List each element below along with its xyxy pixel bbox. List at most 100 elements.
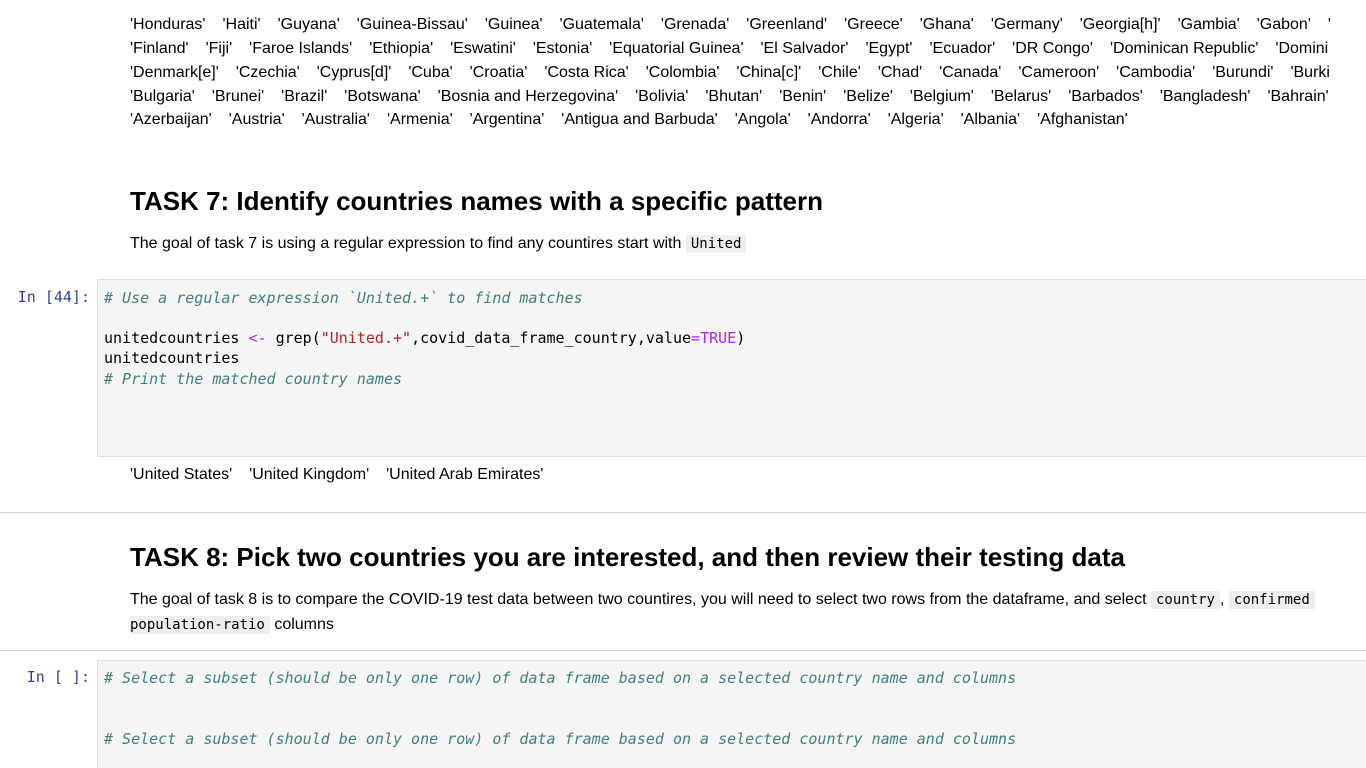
output-row: 'Denmark[e]' 'Czechia' 'Cyprus[d]' 'Cuba' 'C… <box>130 63 1347 83</box>
output-list-item: 'Burundi' <box>1212 64 1274 81</box>
output-list-item: 'Domini <box>1275 40 1329 57</box>
task8-heading: TASK 8: Pick two countries you are inter… <box>130 542 1125 572</box>
output-list-item: 'Eswatini' <box>450 40 516 57</box>
task8-description-tail: columns <box>274 616 334 633</box>
output-list-item: 'Armenia' <box>386 111 453 128</box>
code-token-args: ,covid_data_frame_country,value <box>411 329 692 347</box>
code-comment: # Print the matched country names <box>104 370 403 388</box>
output-list-item: 'Greenland' <box>746 16 828 33</box>
code-comment: # Select a subset (should be only one ro… <box>104 669 1017 687</box>
output-list-item: 'Azerbaijan' <box>130 111 212 128</box>
output-list-item: 'Gabon' <box>1256 16 1311 33</box>
output-list-item: 'Costa Rica' <box>544 64 629 81</box>
output-list-item: 'Burki <box>1290 64 1330 81</box>
code-token-string: "United.+" <box>320 329 412 347</box>
output-list-item: 'Barbados' <box>1068 88 1143 105</box>
output-list-item: 'Benin' <box>779 88 827 105</box>
output-list-item: 'Belgium' <box>909 88 974 105</box>
output-list-item: 'Canada' <box>939 64 1002 81</box>
code-token-operator: <- <box>248 329 267 347</box>
code-comment: # Use a regular expression `United.+` to… <box>104 289 583 307</box>
output-list-item: 'Equatorial Guinea' <box>609 40 744 57</box>
output-list-item: 'Colombia' <box>645 64 720 81</box>
output-list-item: 'Grenada' <box>660 16 730 33</box>
code-line-assign: unitedcountries <- grep("United.+",covid… <box>104 328 745 348</box>
output-list-item: 'Cuba' <box>408 64 453 81</box>
output-list-item: 'Estonia' <box>532 40 593 57</box>
task7-heading: TASK 7: Identify countries names with a … <box>130 186 823 216</box>
output-list-item: 'Belarus' <box>990 88 1052 105</box>
output-list-item: 'Bhutan' <box>705 88 763 105</box>
output-list-item: 'Cyprus[d]' <box>316 64 392 81</box>
output-list-item: 'Ecuador' <box>929 40 996 57</box>
output-list-item: 'Ghana' <box>919 16 974 33</box>
output-list-item: 'Cameroon' <box>1018 64 1100 81</box>
code-token-true: TRUE <box>700 329 737 347</box>
task8-inline-code-population-ratio: population-ratio <box>130 616 270 634</box>
output-list-item: 'Denmark[e]' <box>130 64 219 81</box>
output-list-item: 'Andorra' <box>807 111 871 128</box>
output-list-item: 'Albania' <box>960 111 1021 128</box>
task7-inline-code: United <box>685 235 747 253</box>
output-list-item: 'Haiti' <box>222 16 261 33</box>
cell-separator <box>0 650 1366 651</box>
output-list-item: 'Belize' <box>843 88 893 105</box>
code-token-var: unitedcountries <box>104 329 240 347</box>
output-list-item: 'Chile' <box>818 64 861 81</box>
output-list-item: 'Guinea' <box>484 16 543 33</box>
code-comment: # Select a subset (should be only one ro… <box>104 730 1017 748</box>
output-row: 'Azerbaijan' 'Austria' 'Australia' 'Armenia… <box>130 110 1145 130</box>
output-row: 'Honduras' 'Haiti' 'Guyana' 'Guinea-Bissau'… <box>130 15 1348 35</box>
output-list-item: 'Ethiopia' <box>369 40 434 57</box>
output-list-item: 'Faroe Islands' <box>249 40 353 57</box>
task7-description: The goal of task 7 is using a regular ex… <box>130 231 747 257</box>
output-list-item: 'Austria' <box>228 111 285 128</box>
output-list-item: 'Dominican Republic' <box>1109 40 1259 57</box>
output-list-item: 'Cambodia' <box>1116 64 1196 81</box>
output-list-item: 'Gambia' <box>1177 16 1240 33</box>
output-list-item: 'Angola' <box>734 111 791 128</box>
output-list-item: 'Guinea-Bissau' <box>356 16 468 33</box>
output-list-item: 'Croatia' <box>469 64 528 81</box>
task7-description-text: The goal of task 7 is using a regular ex… <box>130 235 682 252</box>
output-row: 'Bulgaria' 'Brunei' 'Brazil' 'Botswana' 'Bos… <box>130 87 1346 107</box>
cell44-code-editor[interactable]: # Use a regular expression `United.+` to… <box>97 279 1366 457</box>
output-list-item: 'Bahrain' <box>1267 88 1329 105</box>
cell44-output: 'United States' 'United Kingdom' 'United A… <box>130 465 560 485</box>
output-list-item: 'Botswana' <box>344 88 421 105</box>
output-list-item: 'DR Congo' <box>1012 40 1093 57</box>
output-list-item: 'El Salvador' <box>760 40 849 57</box>
output-list-item: 'Bangladesh' <box>1159 88 1251 105</box>
task8-inline-code-country: country <box>1150 591 1220 609</box>
task8-comma: , <box>1219 591 1225 608</box>
output-list-item: 'Germany' <box>990 16 1063 33</box>
output-list-item: 'United Kingdom' <box>249 466 370 483</box>
output-list-item: 'United Arab Emirates' <box>386 466 544 483</box>
output-list-item: 'Georgia[h]' <box>1079 16 1161 33</box>
cell-separator <box>0 512 1366 513</box>
output-list-item: 'Brazil' <box>281 88 328 105</box>
output-list-item: 'Honduras' <box>130 16 206 33</box>
output-list-item: 'Guatemala' <box>559 16 644 33</box>
code-token-eq: = <box>691 329 701 347</box>
output-list-item: 'United States' <box>130 466 233 483</box>
output-list-item: 'Bolivia' <box>635 88 689 105</box>
output-list-item: 'Antigua and Barbuda' <box>561 111 718 128</box>
output-list-item: 'Bulgaria' <box>130 88 195 105</box>
cell-empty-code-editor[interactable]: # Select a subset (should be only one ro… <box>97 660 1366 768</box>
output-list-item: 'Finland' <box>130 40 189 57</box>
code-line-print: unitedcountries <box>104 349 240 367</box>
output-list-item: 'Algeria' <box>887 111 944 128</box>
task8-description: The goal of task 8 is to compare the COV… <box>130 587 1315 613</box>
code-token-fn: grep( <box>275 329 321 347</box>
task8-description-line2: population-ratio columns <box>130 612 334 638</box>
output-list-item: 'Egypt' <box>865 40 913 57</box>
code-token-close: ) <box>736 329 746 347</box>
output-row: 'Finland' 'Fiji' 'Faroe Islands' 'Ethiopia'… <box>130 39 1345 59</box>
cell44-prompt: In [44]: <box>17 288 90 306</box>
output-list-item: 'Argentina' <box>469 111 545 128</box>
output-list-item: 'Greece' <box>844 16 903 33</box>
output-list-item: 'China[c]' <box>736 64 802 81</box>
output-list-item: 'Chad' <box>877 64 923 81</box>
output-list-item: 'Fiji' <box>205 40 233 57</box>
